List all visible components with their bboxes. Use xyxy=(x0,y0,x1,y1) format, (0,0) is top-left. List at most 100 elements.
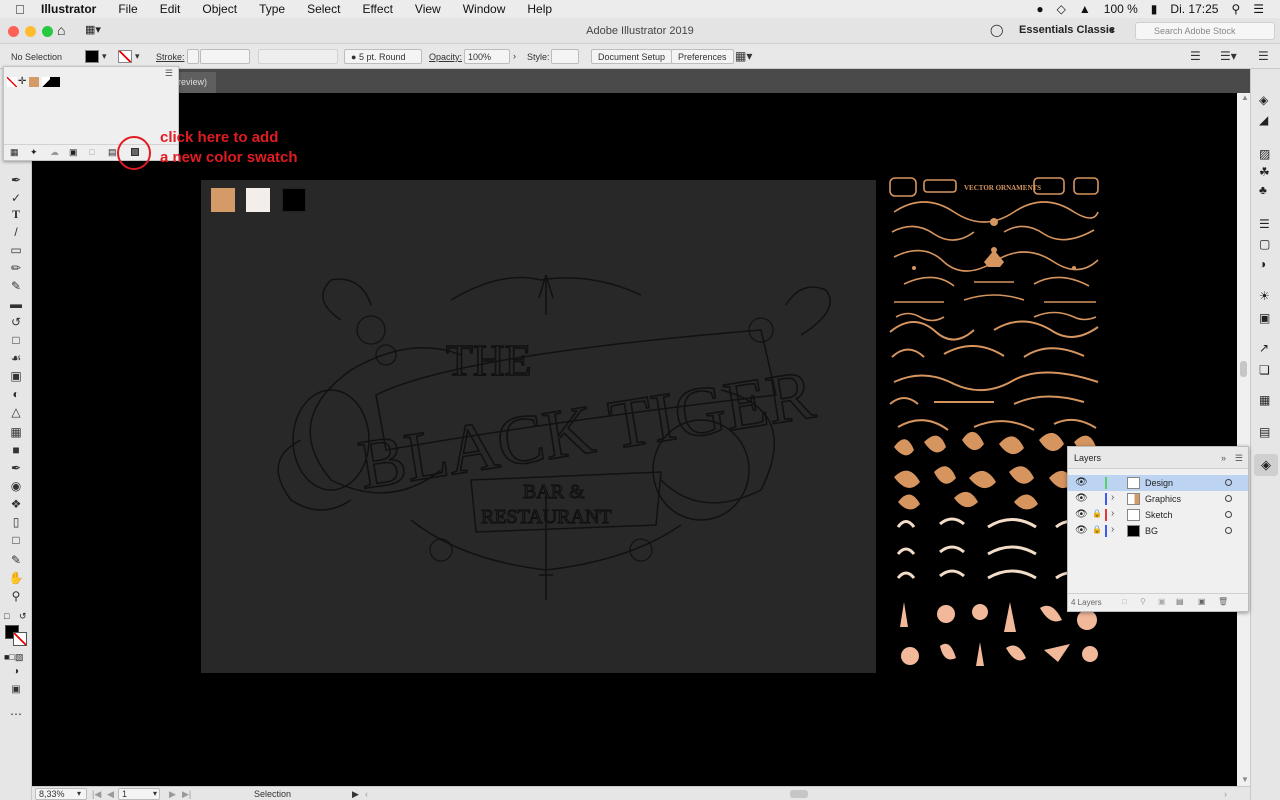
layer-row-bg[interactable]: 👁 🔒 › BG xyxy=(1068,523,1248,539)
transform-icon[interactable]: ☰▾ xyxy=(1220,49,1237,63)
draw-mode-icon[interactable]: ◑ xyxy=(8,665,24,679)
shape-builder-tool-icon[interactable]: ◐ xyxy=(8,387,24,401)
layer-name[interactable]: Graphics xyxy=(1145,494,1181,504)
menu-window[interactable]: Window xyxy=(463,2,506,16)
hand-tool-icon[interactable]: ✋ xyxy=(8,571,24,585)
chevron-down-icon[interactable]: ▾ xyxy=(77,789,81,798)
scroll-down-arrow-icon[interactable]: ▼ xyxy=(1241,775,1249,784)
spotlight-icon[interactable]: ⚲ xyxy=(1231,2,1240,16)
battery-icon[interactable]: ▮ xyxy=(1151,2,1158,16)
current-tool-label[interactable]: Selection xyxy=(254,789,291,799)
paintbrush-tool-icon[interactable]: ✏ xyxy=(8,261,24,275)
layer-row-design[interactable]: 👁 Design xyxy=(1068,475,1248,491)
previous-artboard-icon[interactable]: ◀ xyxy=(107,789,114,800)
rectangle-tool-icon[interactable]: ▭ xyxy=(8,243,24,257)
none-swatch[interactable] xyxy=(7,77,17,87)
artboard[interactable]: THE BLACK TIGER BAR & RESTAURANT xyxy=(201,180,876,673)
registration-swatch[interactable]: ✛ xyxy=(18,76,26,87)
artboard-tool-icon[interactable]: □ xyxy=(8,533,24,547)
layer-name[interactable]: BG xyxy=(1145,526,1158,536)
layer-target-icon[interactable] xyxy=(1225,511,1232,518)
layer-target-icon[interactable] xyxy=(1225,495,1232,502)
visibility-eye-icon[interactable]: 👁 xyxy=(1075,509,1088,520)
document-setup-button[interactable]: Document Setup xyxy=(591,49,673,64)
slice-tool-icon[interactable]: ✎ xyxy=(8,553,24,567)
new-sublayer-icon[interactable]: ▤ xyxy=(1176,597,1184,606)
menu-help[interactable]: Help xyxy=(527,2,552,16)
scale-tool-icon[interactable]: □ xyxy=(8,333,24,347)
rotate-tool-icon[interactable]: ↺ xyxy=(8,315,24,329)
export-for-screens-icon[interactable]: □ xyxy=(1122,597,1127,606)
notification-center-icon[interactable]: ☰ xyxy=(1253,2,1264,16)
gradient-panel-icon[interactable]: ▢ xyxy=(1259,237,1270,251)
stock-search-field[interactable]: Search Adobe Stock xyxy=(1135,22,1275,40)
clipping-mask-icon[interactable]: ▣ xyxy=(1158,597,1166,606)
variable-width-profile[interactable] xyxy=(258,49,338,64)
artboards-panel-icon[interactable]: ❏ xyxy=(1259,363,1270,377)
appearance-panel-icon[interactable]: ☀ xyxy=(1259,289,1270,303)
screen-mode-icon[interactable]: ▣ xyxy=(8,683,24,697)
panel-menu-icon[interactable]: ☰ xyxy=(1235,453,1243,464)
layer-name[interactable]: Design xyxy=(1145,478,1173,488)
zoom-tool-icon[interactable]: ⚲ xyxy=(8,589,24,603)
brushes-icon[interactable]: ☘ xyxy=(1259,165,1270,179)
next-artboard-icon[interactable]: ▶ xyxy=(169,789,176,800)
scroll-thumb[interactable] xyxy=(1240,361,1247,377)
arrange-icon[interactable]: ▦▾ xyxy=(735,49,752,63)
swatch-options-icon[interactable]: ▣ xyxy=(69,147,78,158)
asset-export-icon[interactable]: ↗ xyxy=(1259,341,1269,355)
layers-panel-icon[interactable]: ◈ xyxy=(1254,454,1278,476)
libraries-icon[interactable]: ▨ xyxy=(1259,147,1270,161)
chevron-right-icon[interactable]: › xyxy=(513,51,516,61)
color-mode-icons[interactable]: ■□▧ xyxy=(4,652,23,663)
expand-arrow-icon[interactable]: › xyxy=(1111,492,1114,503)
warp-tool-icon[interactable]: ☙ xyxy=(8,351,24,365)
mesh-tool-icon[interactable]: ▦ xyxy=(8,425,24,439)
perspective-grid-tool-icon[interactable]: △ xyxy=(8,405,24,419)
layer-target-icon[interactable] xyxy=(1225,479,1232,486)
shaper-tool-icon[interactable]: ✎ xyxy=(8,279,24,293)
apple-icon[interactable]:  xyxy=(15,2,31,17)
stroke-stepper[interactable] xyxy=(187,49,199,64)
opacity-label[interactable]: Opacity: xyxy=(429,52,462,62)
pen-tool-icon[interactable]: ✒ xyxy=(8,173,24,187)
edit-toolbar-icon[interactable]: ⋯ xyxy=(8,707,24,721)
dropbox-icon[interactable]: ◇ xyxy=(1057,2,1066,16)
hscroll-left-arrow-icon[interactable]: ‹ xyxy=(365,789,368,799)
type-tool-icon[interactable]: T xyxy=(8,207,24,221)
chevron-down-icon[interactable]: ▾ xyxy=(153,789,157,798)
clock[interactable]: Di. 17:25 xyxy=(1170,2,1218,16)
free-transform-tool-icon[interactable]: ▣ xyxy=(8,369,24,383)
menu-view[interactable]: View xyxy=(415,2,441,16)
lock-icon[interactable]: 🔒 xyxy=(1092,509,1102,518)
locate-object-icon[interactable]: ⚲ xyxy=(1140,597,1146,606)
default-colors-icon[interactable]: □ xyxy=(4,611,9,621)
symbol-sprayer-tool-icon[interactable]: ❖ xyxy=(8,497,24,511)
opacity-field[interactable]: 100% xyxy=(464,49,510,64)
delete-layer-icon[interactable]: 🗑 xyxy=(1218,597,1228,606)
creative-cloud-icon[interactable]: ● xyxy=(1036,2,1043,16)
stroke-color-swatch[interactable] xyxy=(118,50,132,63)
lock-icon[interactable]: 🔒 xyxy=(1092,525,1102,534)
panel-menu-icon[interactable]: ☰ xyxy=(1258,49,1269,63)
color-swatch-cream[interactable] xyxy=(246,188,270,212)
layer-target-icon[interactable] xyxy=(1225,527,1232,534)
fill-color-swatch[interactable] xyxy=(85,50,99,63)
curvature-tool-icon[interactable]: ✓ xyxy=(8,191,24,205)
lightbulb-icon[interactable]: ◯ xyxy=(990,23,1003,37)
status-menu-arrow-icon[interactable]: ▶ xyxy=(352,789,359,800)
symbols-icon[interactable]: ♣ xyxy=(1259,183,1267,197)
eraser-tool-icon[interactable]: ▬ xyxy=(8,297,24,311)
transparency-icon[interactable]: ◑ xyxy=(1259,257,1266,271)
stroke-weight-field[interactable] xyxy=(200,49,250,64)
brush-definition[interactable]: ● 5 pt. Round xyxy=(344,49,422,64)
horizontal-scroll-thumb[interactable] xyxy=(790,790,808,798)
swatch-black[interactable] xyxy=(50,77,60,87)
visibility-eye-icon[interactable]: 👁 xyxy=(1075,493,1088,504)
new-layer-icon[interactable]: ▣ xyxy=(1198,597,1206,606)
menu-app[interactable]: Illustrator xyxy=(41,2,96,16)
eyedropper-tool-icon[interactable]: ✒ xyxy=(8,461,24,475)
stroke-box[interactable] xyxy=(13,632,27,646)
blend-tool-icon[interactable]: ◉ xyxy=(8,479,24,493)
graphic-style-picker[interactable] xyxy=(551,49,579,64)
